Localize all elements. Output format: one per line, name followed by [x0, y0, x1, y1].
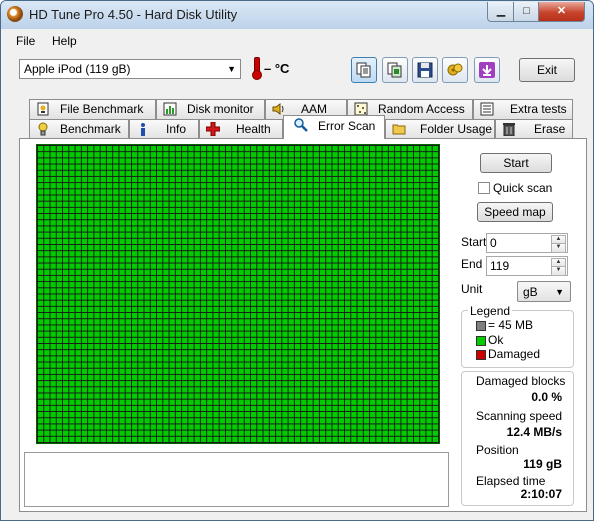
scanning-speed-label: Scanning speed [476, 409, 563, 423]
spin-down-icon[interactable]: ▼ [551, 266, 566, 276]
file-benchmark-icon [37, 102, 49, 116]
elapsed-time-label: Elapsed time [476, 474, 546, 488]
tab-extra-tests-label: Extra tests [510, 102, 567, 116]
tab-random-access-label: Random Access [378, 102, 465, 116]
temperature-readout: – °C [264, 61, 290, 76]
window-title: HD Tune Pro 4.50 - Hard Disk Utility [29, 7, 238, 22]
position-label: Position [476, 443, 519, 457]
copy-screenshot-button[interactable] [382, 57, 408, 83]
toolbar: Apple iPod (119 gB) ▼ – °C Exit [1, 51, 593, 93]
magnifier-icon [294, 118, 308, 132]
benchmark-icon [38, 122, 48, 136]
start-range-label: Start [461, 235, 487, 249]
menu-file-label: File [16, 34, 36, 48]
app-window: HD Tune Pro 4.50 - Hard Disk Utility ▁ □… [0, 0, 594, 521]
health-cross-icon [206, 122, 220, 136]
speaker-icon [272, 103, 284, 115]
hd-tune-app-icon [7, 6, 23, 22]
menu-help[interactable]: Help [52, 34, 77, 48]
tab-benchmark-label: Benchmark [60, 122, 121, 136]
position-value: 119 gB [523, 457, 562, 471]
quick-scan-label: Quick scan [493, 181, 553, 195]
spin-down-icon[interactable]: ▼ [551, 243, 566, 253]
scanning-speed-value: 12.4 MB/s [506, 425, 562, 439]
menu-file[interactable]: File [16, 34, 35, 48]
tab-extra-tests[interactable]: Extra tests [473, 99, 573, 119]
unit-select-value: gB [523, 285, 538, 299]
save-icon [417, 62, 433, 78]
tab-info[interactable]: Info [129, 119, 199, 139]
download-icon [479, 62, 495, 78]
info-icon [141, 123, 145, 136]
tab-folder-usage-label: Folder Usage [420, 122, 493, 136]
tab-disk-monitor[interactable]: Disk monitor [156, 99, 265, 119]
tab-health[interactable]: Health [199, 119, 283, 139]
block-size-swatch [476, 321, 486, 331]
tab-error-scan-label: Error Scan [318, 119, 376, 133]
thermometer-icon [252, 57, 262, 80]
close-button[interactable]: ✕ [538, 2, 585, 22]
damaged-blocks-label: Damaged blocks [476, 374, 566, 388]
trash-icon [503, 123, 515, 136]
chevron-down-icon: ▼ [555, 287, 564, 297]
speed-map-button[interactable]: Speed map [477, 202, 553, 222]
exit-button[interactable]: Exit [519, 58, 575, 82]
tab-file-benchmark-label: File Benchmark [60, 102, 144, 116]
ok-swatch [476, 336, 486, 346]
drive-select-value: Apple iPod (119 gB) [24, 62, 131, 76]
block-map-grid [36, 144, 440, 444]
maximize-button[interactable]: □ [513, 2, 540, 22]
error-scan-panel: Start Quick scan Speed map Start 0 ▲ ▼ E… [19, 138, 587, 512]
start-scan-button[interactable]: Start [480, 153, 552, 173]
unit-label: Unit [461, 282, 483, 296]
drive-select[interactable]: Apple iPod (119 gB) ▼ [19, 59, 241, 79]
start-range-input[interactable]: 0 ▲ ▼ [486, 233, 568, 253]
options-icon [447, 63, 463, 76]
scan-log-box[interactable] [24, 452, 449, 507]
legend-block-size: = 45 MB [488, 318, 534, 332]
copy-text-button[interactable] [351, 57, 377, 83]
options-button[interactable] [442, 57, 468, 83]
tab-erase[interactable]: Erase [495, 119, 573, 139]
random-access-icon [354, 102, 368, 116]
tab-benchmark[interactable]: Benchmark [29, 119, 129, 139]
end-range-value: 119 [490, 259, 510, 273]
minimize-button[interactable]: ▁ [487, 2, 515, 22]
legend-ok: Ok [488, 333, 504, 347]
copy-text-icon [356, 62, 371, 78]
tab-erase-label: Erase [534, 122, 566, 136]
copy-screenshot-icon [387, 62, 402, 78]
end-range-label: End [461, 257, 483, 271]
elapsed-time-value: 2:10:07 [520, 487, 562, 501]
tab-error-scan[interactable]: Error Scan [283, 115, 385, 139]
damaged-swatch [476, 350, 486, 360]
legend-title: Legend [468, 304, 513, 318]
disk-monitor-icon [163, 102, 177, 116]
tab-file-benchmark[interactable]: File Benchmark [29, 99, 156, 119]
end-range-input[interactable]: 119 ▲ ▼ [486, 256, 568, 276]
quick-scan-checkbox[interactable] [478, 182, 490, 194]
chevron-down-icon: ▼ [227, 64, 236, 74]
unit-select[interactable]: gB ▼ [517, 281, 571, 302]
tab-health-label: Health [236, 122, 271, 136]
menu-bar: File Help [1, 29, 593, 51]
folder-icon [392, 124, 406, 135]
tab-disk-monitor-label: Disk monitor [187, 102, 254, 116]
extra-tests-icon [480, 102, 494, 116]
menu-help-label: Help [52, 34, 77, 48]
tab-info-label: Info [166, 122, 187, 136]
legend-damaged: Damaged [488, 347, 541, 361]
save-button[interactable] [412, 57, 438, 83]
tab-folder-usage[interactable]: Folder Usage [385, 119, 495, 139]
title-bar[interactable]: HD Tune Pro 4.50 - Hard Disk Utility ▁ □… [1, 1, 593, 30]
download-button[interactable] [474, 57, 500, 83]
damaged-blocks-value: 0.0 % [531, 390, 562, 404]
start-range-value: 0 [490, 236, 497, 250]
